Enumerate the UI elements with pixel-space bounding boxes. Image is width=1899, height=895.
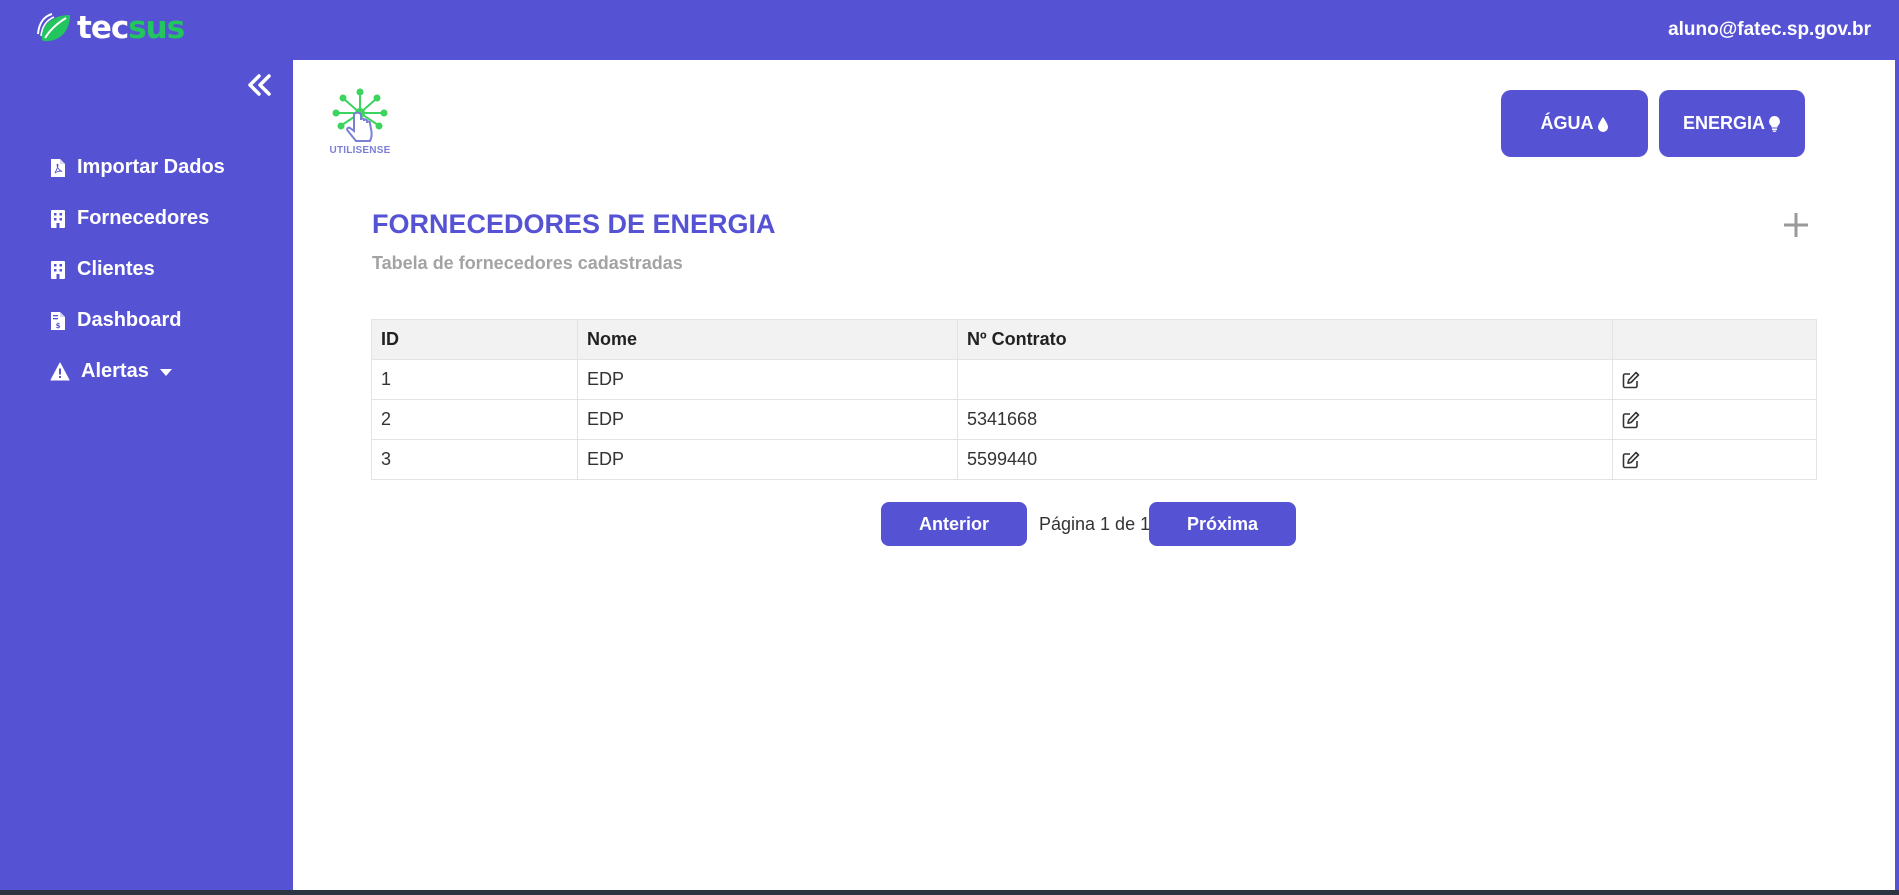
next-page-button[interactable]: Próxima bbox=[1149, 502, 1296, 546]
sidebar: Importar Dados Fornecedores Clientes $ D… bbox=[0, 60, 293, 890]
agua-button-label: ÁGUA bbox=[1540, 113, 1594, 133]
table-row: 2 EDP 5341668 bbox=[371, 399, 1817, 440]
cell-nome: EDP bbox=[577, 359, 958, 400]
sidebar-item-label: Clientes bbox=[77, 258, 155, 280]
sidebar-item-clientes[interactable]: Clientes bbox=[50, 244, 225, 295]
sidebar-nav: Importar Dados Fornecedores Clientes $ D… bbox=[50, 142, 225, 397]
suppliers-table: ID Nome Nº Contrato 1 EDP 2 EDP 5341668 bbox=[371, 319, 1817, 480]
lightbulb-icon bbox=[1769, 116, 1780, 132]
table-row: 3 EDP 5599440 bbox=[371, 439, 1817, 480]
building-icon bbox=[51, 209, 65, 228]
cell-nome: EDP bbox=[577, 439, 958, 480]
cell-contrato bbox=[957, 359, 1613, 400]
taskbar-strip bbox=[0, 890, 1899, 895]
cell-id: 2 bbox=[371, 399, 578, 440]
page-info: Página 1 de 1 bbox=[1039, 514, 1151, 534]
column-header-actions bbox=[1612, 319, 1817, 360]
sidebar-item-label: Dashboard bbox=[77, 309, 182, 331]
top-bar: tecsus aluno@fatec.sp.gov.br bbox=[0, 0, 1895, 60]
edit-icon[interactable] bbox=[1622, 411, 1640, 429]
cell-contrato: 5599440 bbox=[957, 439, 1613, 480]
cell-id: 3 bbox=[371, 439, 578, 480]
water-drop-icon bbox=[1597, 116, 1608, 132]
logo-text: tecsus bbox=[77, 10, 185, 46]
table-header-row: ID Nome Nº Contrato bbox=[371, 319, 1817, 360]
leaf-logo-icon bbox=[37, 13, 70, 42]
cell-contrato: 5341668 bbox=[957, 399, 1613, 440]
sidebar-item-alertas[interactable]: Alertas bbox=[50, 346, 225, 397]
file-invoice-dollar-icon: $ bbox=[51, 311, 65, 330]
building-icon bbox=[51, 260, 65, 279]
user-email[interactable]: aluno@fatec.sp.gov.br bbox=[1668, 19, 1871, 41]
energia-button[interactable]: ENERGIA bbox=[1659, 90, 1805, 157]
cell-actions bbox=[1612, 439, 1817, 480]
page-subtitle: Tabela de fornecedores cadastradas bbox=[372, 253, 683, 273]
agua-button[interactable]: ÁGUA bbox=[1501, 90, 1648, 157]
cell-id: 1 bbox=[371, 359, 578, 400]
cell-actions bbox=[1612, 359, 1817, 400]
add-plus-icon[interactable] bbox=[1781, 210, 1811, 240]
energia-button-label: ENERGIA bbox=[1682, 113, 1765, 133]
brand-name: UTILISENSE bbox=[329, 145, 391, 156]
caret-down-icon bbox=[159, 368, 172, 376]
page-title: FORNECEDORES DE ENERGIA bbox=[372, 209, 776, 239]
sidebar-item-importar-dados[interactable]: Importar Dados bbox=[50, 142, 225, 193]
cell-actions bbox=[1612, 399, 1817, 440]
logo-text-sus: sus bbox=[128, 10, 185, 46]
file-pdf-icon bbox=[51, 158, 65, 177]
tecsus-logo[interactable]: tecsus bbox=[36, 10, 185, 46]
edit-icon[interactable] bbox=[1622, 451, 1640, 469]
sidebar-item-dashboard[interactable]: $ Dashboard bbox=[50, 295, 225, 346]
column-header-contrato: Nº Contrato bbox=[957, 319, 1613, 360]
warning-icon bbox=[50, 362, 70, 380]
table-row: 1 EDP bbox=[371, 359, 1817, 400]
sidebar-item-label: Importar Dados bbox=[77, 156, 225, 178]
svg-text:$: $ bbox=[56, 322, 61, 330]
edit-icon[interactable] bbox=[1622, 371, 1640, 389]
collapse-sidebar-icon[interactable] bbox=[245, 70, 273, 100]
column-header-nome: Nome bbox=[577, 319, 958, 360]
previous-page-button[interactable]: Anterior bbox=[881, 502, 1027, 546]
cell-nome: EDP bbox=[577, 399, 958, 440]
logo-text-tec: tec bbox=[77, 10, 129, 46]
sidebar-item-label: Fornecedores bbox=[77, 207, 210, 229]
column-header-id: ID bbox=[371, 319, 578, 360]
window-edge bbox=[1895, 0, 1899, 895]
sidebar-item-fornecedores[interactable]: Fornecedores bbox=[50, 193, 225, 244]
sidebar-item-label: Alertas bbox=[81, 360, 149, 382]
